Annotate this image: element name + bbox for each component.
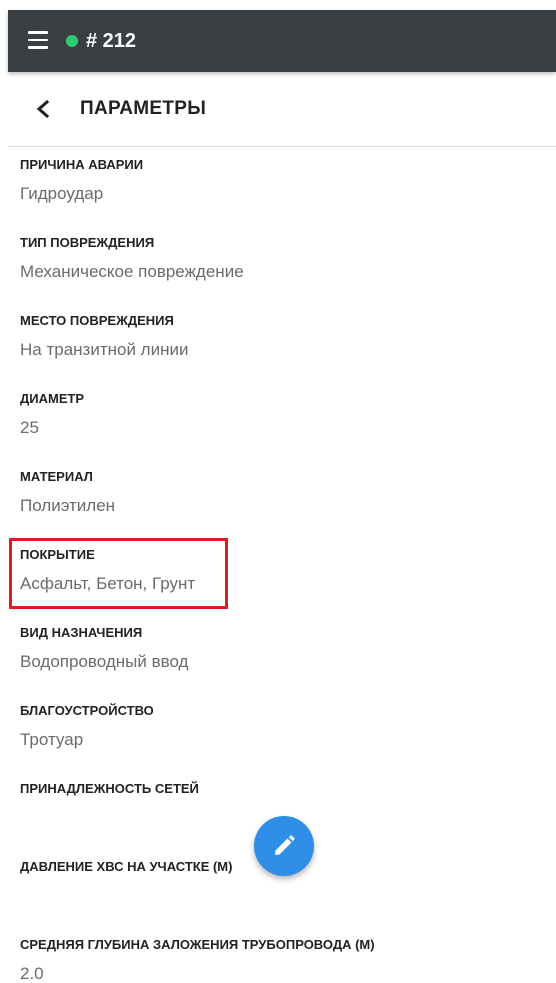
edit-fab-button[interactable]: [254, 816, 314, 876]
app-bar: # 212: [8, 10, 556, 72]
field-value: Гидроудар: [20, 184, 104, 203]
field-damage-type: ТИП ПОВРЕЖДЕНИЯ Механическое повреждение: [20, 234, 540, 283]
field-pipeline-depth: СРЕДНЯЯ ГЛУБИНА ЗАЛОЖЕНИЯ ТРУБОПРОВОДА (…: [20, 936, 540, 983]
field-diameter: ДИАМЕТР 25: [20, 390, 540, 439]
field-value: 25: [20, 418, 39, 437]
page-header: ПАРАМЕТРЫ: [8, 72, 556, 147]
field-value: 2.0: [20, 964, 44, 983]
field-label: МАТЕРИАЛ: [20, 469, 93, 484]
pencil-edit-icon: [275, 835, 295, 855]
screen: # 212 ПАРАМЕТРЫ ПРИЧИНА АВАРИИ Гидроудар…: [0, 0, 556, 983]
online-status-dot: [66, 35, 78, 47]
field-label: ПРИЧИНА АВАРИИ: [20, 157, 144, 172]
field-label: ДИАМЕТР: [20, 391, 85, 406]
field-label: ВИД НАЗНАЧЕНИЯ: [20, 625, 143, 640]
field-value: Полиэтилен: [20, 496, 116, 515]
field-value: Тротуар: [20, 730, 84, 749]
field-value: Механическое повреждение: [20, 262, 244, 281]
field-label: ПРИНАДЛЕЖНОСТЬ СЕТЕЙ: [20, 781, 199, 796]
field-label: МЕСТО ПОВРЕЖДЕНИЯ: [20, 313, 174, 328]
field-material: МАТЕРИАЛ Полиэтилен: [20, 468, 540, 517]
field-value: На транзитной линии: [20, 340, 189, 359]
field-label: ТИП ПОВРЕЖДЕНИЯ: [20, 235, 155, 250]
field-value: Водопроводный ввод: [20, 652, 189, 671]
field-purpose-type: ВИД НАЗНАЧЕНИЯ Водопроводный ввод: [20, 624, 540, 673]
chevron-left-icon[interactable]: [28, 94, 58, 124]
page-title: ПАРАМЕТРЫ: [80, 98, 207, 119]
field-improvement: БЛАГОУСТРОЙСТВО Тротуар: [20, 702, 540, 751]
order-number: # 212: [86, 30, 137, 52]
field-value: [20, 885, 540, 907]
hamburger-menu-icon[interactable]: [28, 31, 48, 49]
field-damage-location: МЕСТО ПОВРЕЖДЕНИЯ На транзитной линии: [20, 312, 540, 361]
highlight-annotation-box: [9, 538, 228, 609]
field-label: БЛАГОУСТРОЙСТВО: [20, 703, 154, 718]
field-accident-cause: ПРИЧИНА АВАРИИ Гидроудар: [20, 156, 540, 205]
field-label: СРЕДНЯЯ ГЛУБИНА ЗАЛОЖЕНИЯ ТРУБОПРОВОДА (…: [20, 937, 375, 952]
